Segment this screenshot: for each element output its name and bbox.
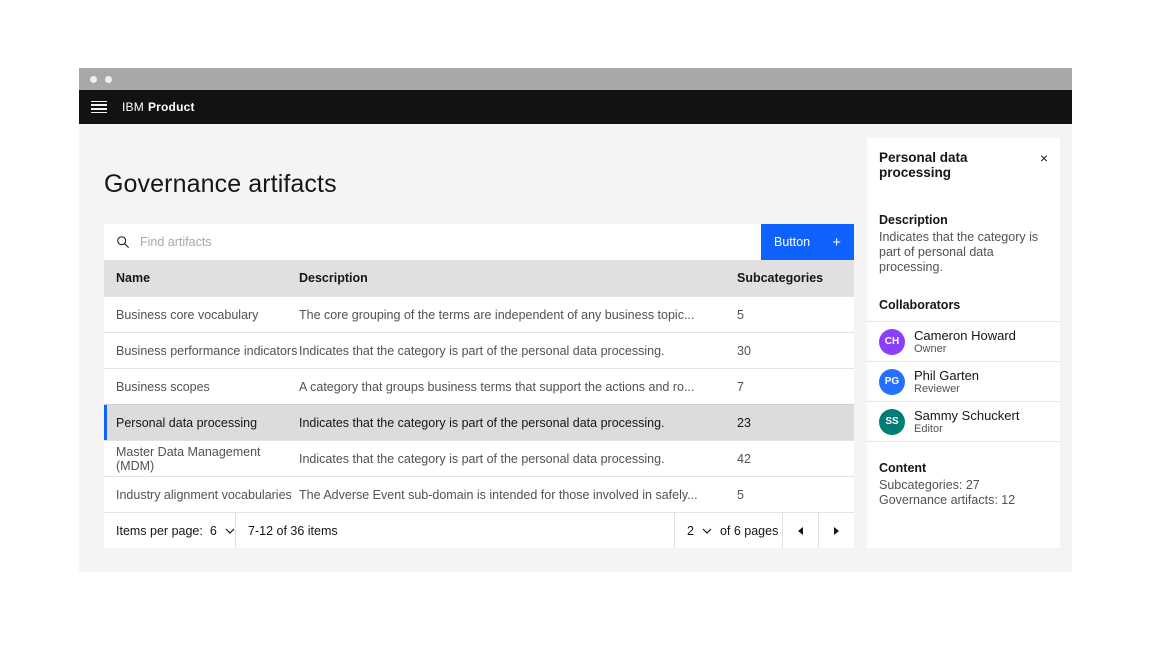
collaborator-row[interactable]: SS Sammy Schuckert Editor	[867, 402, 1060, 442]
collaborator-name: Sammy Schuckert	[914, 408, 1019, 423]
cell-name: Master Data Management (MDM)	[104, 445, 299, 473]
collaborators-heading: Collaborators	[867, 288, 1060, 322]
app-header: IBM Product	[79, 90, 1072, 124]
items-per-page-value: 6	[210, 524, 217, 538]
app-window: IBM Product Governance artifacts Button +…	[79, 68, 1072, 572]
search-field[interactable]	[104, 224, 761, 260]
brand-name: Product	[148, 100, 195, 114]
add-button-label: Button	[774, 235, 810, 249]
search-icon	[116, 235, 130, 249]
add-button[interactable]: Button +	[761, 224, 854, 260]
table-row[interactable]: Industry alignment vocabularies The Adve…	[104, 476, 854, 512]
cell-name: Business core vocabulary	[104, 308, 299, 322]
collaborator-row[interactable]: CH Cameron Howard Owner	[867, 322, 1060, 362]
collaborator-role: Editor	[914, 423, 1019, 436]
cell-subcategories: 30	[737, 344, 854, 358]
window-control-dot[interactable]	[105, 76, 112, 83]
avatar: CH	[879, 329, 905, 355]
table-row[interactable]: Business scopes A category that groups b…	[104, 368, 854, 404]
table-row-selected[interactable]: Personal data processing Indicates that …	[104, 404, 854, 440]
column-header-subcategories[interactable]: Subcategories	[737, 271, 854, 285]
close-icon[interactable]: ×	[1040, 151, 1048, 165]
content-heading: Content	[879, 461, 1048, 475]
cell-description: Indicates that the category is part of t…	[299, 416, 737, 430]
panel-title: Personal data processing	[879, 150, 1040, 180]
table-row[interactable]: Business core vocabulary The core groupi…	[104, 296, 854, 332]
window-control-dot[interactable]	[90, 76, 97, 83]
pagination-bar: Items per page: 6 7-12 of 36 items 2 of …	[104, 512, 854, 548]
caret-right-icon	[834, 527, 839, 535]
cell-name: Business scopes	[104, 380, 299, 394]
collaborator-row[interactable]: PG Phil Garten Reviewer	[867, 362, 1060, 402]
collaborator-role: Owner	[914, 343, 1016, 356]
page-title: Governance artifacts	[104, 170, 337, 199]
chevron-down-icon	[702, 528, 712, 534]
cell-description: Indicates that the category is part of t…	[299, 452, 737, 466]
cell-description: The Adverse Event sub-domain is intended…	[299, 488, 737, 502]
cell-subcategories: 7	[737, 380, 854, 394]
cell-name: Industry alignment vocabularies	[104, 488, 299, 502]
details-side-panel: Personal data processing × Description I…	[867, 138, 1060, 548]
content-line: Subcategories: 27	[879, 478, 1048, 493]
content-section: Content Subcategories: 27 Governance art…	[867, 442, 1060, 508]
cell-subcategories: 23	[737, 416, 854, 430]
column-header-description[interactable]: Description	[299, 271, 737, 285]
items-per-page-select[interactable]: Items per page: 6	[104, 513, 236, 548]
previous-page-button[interactable]	[782, 513, 818, 548]
collaborator-role: Reviewer	[914, 383, 979, 396]
description-section: Description Indicates that the category …	[867, 213, 1060, 275]
cell-description: The core grouping of the terms are indep…	[299, 308, 737, 322]
cell-description: A category that groups business terms th…	[299, 380, 737, 394]
table-header-row: Name Description Subcategories	[104, 260, 854, 296]
search-input[interactable]	[140, 235, 721, 249]
chevron-down-icon	[225, 528, 235, 534]
brand-prefix: IBM	[122, 100, 144, 114]
content-line: Governance artifacts: 12	[879, 493, 1048, 508]
items-per-page-label: Items per page:	[116, 524, 203, 538]
avatar: SS	[879, 409, 905, 435]
main-content: Governance artifacts Button + Name Descr…	[79, 124, 1072, 572]
caret-left-icon	[798, 527, 803, 535]
cell-subcategories: 5	[737, 308, 854, 322]
cell-name: Personal data processing	[104, 416, 299, 430]
page-number-select[interactable]: 2 of 6 pages	[674, 513, 782, 548]
artifacts-table: Name Description Subcategories Business …	[104, 260, 854, 512]
cell-subcategories: 42	[737, 452, 854, 466]
description-body: Indicates that the category is part of p…	[879, 230, 1048, 275]
page-number-value: 2	[687, 524, 694, 538]
pages-text: of 6 pages	[720, 524, 778, 538]
column-header-name[interactable]: Name	[104, 271, 299, 285]
description-heading: Description	[879, 213, 1048, 227]
pagination-range-text: 7-12 of 36 items	[236, 524, 674, 538]
collaborator-name: Cameron Howard	[914, 328, 1016, 343]
table-row[interactable]: Master Data Management (MDM) Indicates t…	[104, 440, 854, 476]
collaborator-name: Phil Garten	[914, 368, 979, 383]
cell-name: Business performance indicators	[104, 344, 299, 358]
table-row[interactable]: Business performance indicators Indicate…	[104, 332, 854, 368]
avatar: PG	[879, 369, 905, 395]
next-page-button[interactable]	[818, 513, 854, 548]
plus-icon: +	[832, 235, 841, 250]
cell-subcategories: 5	[737, 488, 854, 502]
table-toolbar: Button +	[104, 224, 854, 260]
browser-chrome	[79, 68, 1072, 90]
cell-description: Indicates that the category is part of t…	[299, 344, 737, 358]
panel-header: Personal data processing ×	[867, 138, 1060, 180]
hamburger-menu-icon[interactable]	[91, 101, 107, 114]
brand: IBM Product	[122, 100, 195, 114]
